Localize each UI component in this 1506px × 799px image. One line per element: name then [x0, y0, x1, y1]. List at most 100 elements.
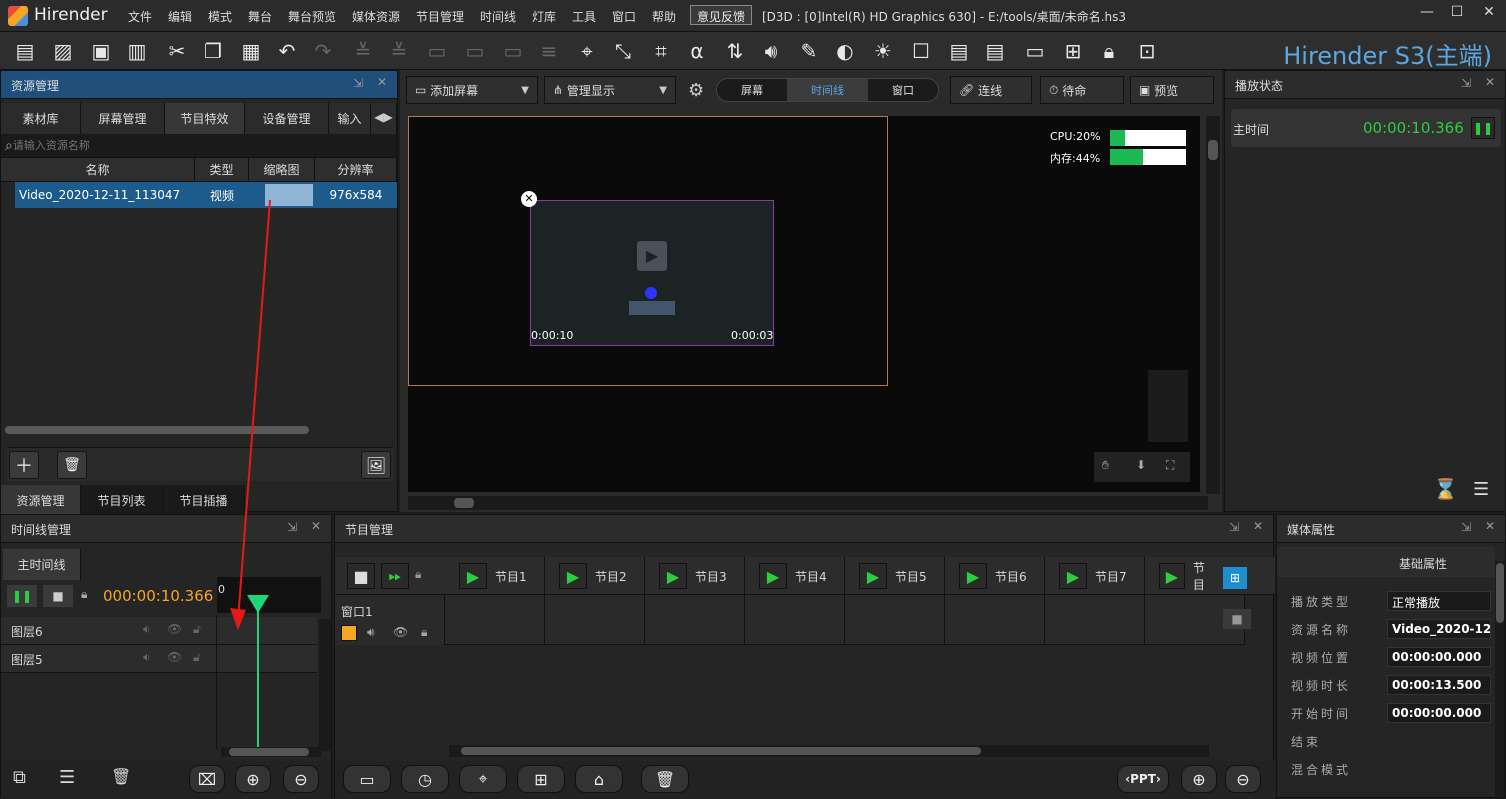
brightness-icon[interactable]: ☀: [868, 36, 898, 66]
window-color-swatch[interactable]: [341, 625, 357, 641]
layer-lock-icon[interactable]: 🔓︎: [193, 622, 201, 637]
program-item[interactable]: ▶ 节目1: [445, 557, 545, 595]
tab-program-effects[interactable]: 节目特效: [165, 103, 245, 134]
zoom-in-icon[interactable]: ⊕: [1181, 765, 1217, 793]
tab-materials[interactable]: 素材库: [1, 103, 81, 134]
undo-icon[interactable]: ↶: [272, 36, 302, 66]
trash-icon[interactable]: 🗑︎: [111, 767, 131, 786]
feedback-button[interactable]: 意见反馈: [690, 5, 753, 25]
open-icon[interactable]: ▨: [48, 36, 78, 66]
vertical-scrollbar[interactable]: [1206, 116, 1220, 494]
crop-icon[interactable]: ⌗: [646, 36, 676, 66]
window-eye-icon[interactable]: 👁︎: [393, 625, 408, 639]
program-item[interactable]: ▶ 节目3: [645, 557, 745, 595]
prop-value[interactable]: 00:00:00.000: [1387, 647, 1491, 667]
layout-icon[interactable]: ⊡: [1132, 36, 1162, 66]
tab-program-list[interactable]: 节目列表: [81, 485, 163, 516]
pause-icon[interactable]: ❚❚: [1471, 117, 1495, 139]
menu-lamps[interactable]: 灯库: [532, 8, 556, 25]
contrast-icon[interactable]: ◐: [830, 36, 860, 66]
mode-screen[interactable]: 屏幕: [717, 79, 787, 101]
manage-display-combo[interactable]: ⋔ 管理显示 ▼: [544, 76, 676, 104]
pin-icon[interactable]: ⇲: [287, 520, 297, 534]
menu-mode[interactable]: 模式: [208, 8, 232, 25]
layer-audio-icon[interactable]: 🔉︎: [143, 650, 151, 665]
zoom-out-icon[interactable]: ⊖: [283, 765, 319, 793]
screen2-icon[interactable]: ▤: [980, 36, 1010, 66]
preview-button[interactable]: ▣ 预览: [1130, 76, 1214, 104]
window-audio-icon[interactable]: 🔊︎: [367, 625, 375, 640]
cut-icon[interactable]: ✂: [162, 36, 192, 66]
layer-audio-icon[interactable]: 🔉︎: [143, 622, 151, 637]
horizontal-scrollbar[interactable]: [5, 426, 309, 434]
network-icon[interactable]: ⊞: [1058, 36, 1088, 66]
window-lock-icon[interactable]: 🔒︎: [421, 625, 427, 640]
program-h-scrollbar[interactable]: [449, 745, 1209, 757]
menu-window[interactable]: 窗口: [612, 8, 636, 25]
stage-h-scrollbar[interactable]: [408, 496, 1208, 510]
play-icon[interactable]: ▶: [1159, 563, 1185, 589]
ppt-button[interactable]: ‹PPT›: [1117, 765, 1169, 793]
feather-icon[interactable]: ✎: [794, 36, 824, 66]
tab-program-insert[interactable]: 节目插播: [163, 485, 245, 516]
layer-eye-icon[interactable]: 👁︎: [167, 622, 182, 636]
mouse-icon[interactable]: ⌧: [189, 765, 225, 793]
frame-button-icon[interactable]: ▭: [343, 765, 391, 793]
redo-icon[interactable]: ↷: [308, 36, 338, 66]
align-icon[interactable]: ≚: [348, 36, 378, 66]
frame-icon[interactable]: ☐: [906, 36, 936, 66]
close-panel-icon[interactable]: ✕: [377, 75, 387, 89]
dist3-icon[interactable]: ▭: [498, 36, 528, 66]
stage-canvas[interactable]: CPU:20% 内存:44% ▶ 0:00:10 0:00:03 ✕ ✋︎ ⬇ …: [408, 116, 1200, 492]
col-thumb[interactable]: 缩略图: [249, 157, 315, 182]
menu-edit[interactable]: 编辑: [168, 8, 192, 25]
tag-icon[interactable]: ⌂: [575, 765, 623, 793]
window-stop-icon[interactable]: ■: [1223, 609, 1251, 629]
indent-icon[interactable]: ☰: [59, 767, 75, 788]
save-icon[interactable]: ▣: [86, 36, 116, 66]
paste-icon[interactable]: ▦: [236, 36, 266, 66]
menu-file[interactable]: 文件: [128, 8, 152, 25]
dist4-icon[interactable]: ≡: [534, 36, 564, 66]
zoom-in-icon[interactable]: ⊕: [235, 765, 271, 793]
pin-down-icon[interactable]: ⬇: [1136, 458, 1146, 472]
menu-timeline[interactable]: 时间线: [480, 8, 516, 25]
prop-value[interactable]: 00:00:13.500: [1387, 675, 1491, 695]
mode-timeline[interactable]: 时间线: [787, 79, 868, 101]
add-screen-combo[interactable]: ▭ 添加屏幕 ▼: [406, 76, 538, 104]
menu-stage[interactable]: 舞台: [248, 8, 272, 25]
tab-input[interactable]: 输入: [329, 103, 371, 134]
alpha-icon[interactable]: α: [682, 36, 712, 66]
program-item[interactable]: ▶ 节目6: [945, 557, 1045, 595]
align2-icon[interactable]: ≚: [384, 36, 414, 66]
play-icon[interactable]: ▶: [559, 563, 587, 589]
target-icon[interactable]: ⌖: [459, 765, 507, 793]
timer-reset-icon[interactable]: ⌛: [1433, 477, 1458, 501]
settings-gear-icon[interactable]: ⚙: [688, 80, 704, 101]
close-icon[interactable]: ✕: [1474, 4, 1504, 26]
layer-eye-icon[interactable]: 👁︎: [167, 650, 182, 664]
program-item[interactable]: ▶ 节目: [1145, 557, 1215, 595]
col-name[interactable]: 名称: [1, 157, 195, 182]
layers-icon[interactable]: ⧉: [13, 767, 26, 788]
program-stop-icon[interactable]: ■: [347, 563, 375, 589]
zoom-out-icon[interactable]: ⊖: [1225, 765, 1261, 793]
tab-device-manage[interactable]: 设备管理: [245, 103, 329, 134]
dist-icon[interactable]: ▭: [422, 36, 452, 66]
locate-icon[interactable]: ⌖: [572, 36, 602, 66]
tab-screen-manage[interactable]: 屏幕管理: [81, 103, 165, 134]
hand-icon[interactable]: ✋︎: [1102, 458, 1109, 473]
save-as-icon[interactable]: ▥: [122, 36, 152, 66]
screen-icon[interactable]: ▤: [944, 36, 974, 66]
fit-icon[interactable]: ⤡: [608, 36, 638, 66]
volume-icon[interactable]: 🔊︎: [756, 36, 786, 66]
col-type[interactable]: 类型: [195, 157, 249, 182]
play-icon[interactable]: ▶: [459, 563, 487, 589]
play-icon[interactable]: ▶: [859, 563, 887, 589]
play-icon[interactable]: ▶: [759, 563, 787, 589]
pin-icon[interactable]: ⇲: [1229, 520, 1239, 534]
menu-media[interactable]: 媒体资源: [352, 8, 400, 25]
delete-program-icon[interactable]: 🗑︎: [641, 765, 689, 793]
add-program-icon[interactable]: ⊞: [1223, 567, 1247, 589]
media-v-scrollbar[interactable]: [1495, 561, 1505, 797]
